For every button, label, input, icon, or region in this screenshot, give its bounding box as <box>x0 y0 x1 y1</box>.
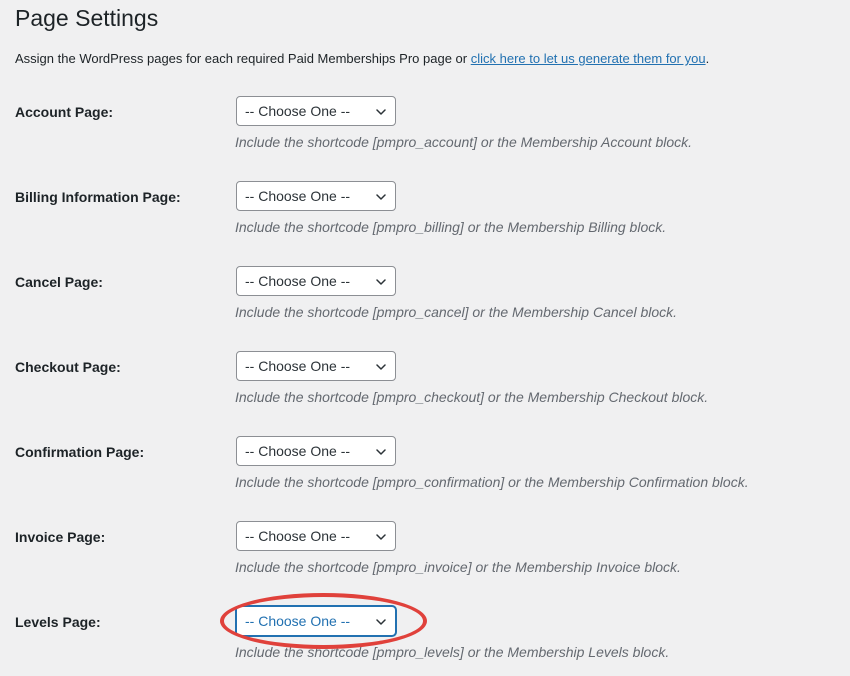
invoice-page-hint: Include the shortcode [pmpro_invoice] or… <box>235 559 681 575</box>
confirmation-page-select[interactable]: -- Choose One -- <box>236 436 396 466</box>
account-page-select-value: -- Choose One -- <box>245 103 351 119</box>
chevron-down-icon <box>376 194 386 200</box>
checkout-page-hint: Include the shortcode [pmpro_checkout] o… <box>235 389 709 405</box>
invoice-page-label: Invoice Page: <box>15 529 106 545</box>
cancel-page-select[interactable]: -- Choose One -- <box>236 266 396 296</box>
chevron-down-icon <box>376 279 386 285</box>
setting-row-invoice: Invoice Page: -- Choose One -- Include t… <box>0 521 850 591</box>
billing-page-select-value: -- Choose One -- <box>245 188 351 204</box>
setting-row-cancel: Cancel Page: -- Choose One -- Include th… <box>0 266 850 336</box>
setting-row-levels: Levels Page: -- Choose One -- Include th… <box>0 606 850 676</box>
chevron-down-icon <box>376 534 386 540</box>
billing-page-select[interactable]: -- Choose One -- <box>236 181 396 211</box>
setting-row-checkout: Checkout Page: -- Choose One -- Include … <box>0 351 850 421</box>
confirmation-page-hint: Include the shortcode [pmpro_confirmatio… <box>235 474 749 490</box>
cancel-page-hint: Include the shortcode [pmpro_cancel] or … <box>235 304 678 320</box>
account-page-select[interactable]: -- Choose One -- <box>236 96 396 126</box>
checkout-page-label: Checkout Page: <box>15 359 121 375</box>
chevron-down-icon <box>376 619 386 625</box>
intro-text: Assign the WordPress pages for each requ… <box>15 50 709 68</box>
cancel-page-select-value: -- Choose One -- <box>245 273 351 289</box>
invoice-page-select[interactable]: -- Choose One -- <box>236 521 396 551</box>
chevron-down-icon <box>376 449 386 455</box>
confirmation-page-select-value: -- Choose One -- <box>245 443 351 459</box>
page-title: Page Settings <box>15 5 159 31</box>
levels-page-hint: Include the shortcode [pmpro_levels] or … <box>235 644 670 660</box>
invoice-page-select-value: -- Choose One -- <box>245 528 351 544</box>
account-page-label: Account Page: <box>15 104 114 120</box>
checkout-page-select-value: -- Choose One -- <box>245 358 351 374</box>
levels-page-select-value: -- Choose One -- <box>245 613 351 629</box>
checkout-page-select[interactable]: -- Choose One -- <box>236 351 396 381</box>
chevron-down-icon <box>376 364 386 370</box>
cancel-page-label: Cancel Page: <box>15 274 103 290</box>
intro-text-suffix: . <box>705 51 710 66</box>
intro-text-prefix: Assign the WordPress pages for each requ… <box>15 51 471 66</box>
levels-page-select[interactable]: -- Choose One -- <box>236 606 396 636</box>
setting-row-confirmation: Confirmation Page: -- Choose One -- Incl… <box>0 436 850 506</box>
setting-row-billing: Billing Information Page: -- Choose One … <box>0 181 850 251</box>
chevron-down-icon <box>376 109 386 115</box>
setting-row-account: Account Page: -- Choose One -- Include t… <box>0 96 850 166</box>
billing-page-hint: Include the shortcode [pmpro_billing] or… <box>235 219 667 235</box>
levels-page-label: Levels Page: <box>15 614 101 630</box>
billing-page-label: Billing Information Page: <box>15 189 181 205</box>
confirmation-page-label: Confirmation Page: <box>15 444 145 460</box>
account-page-hint: Include the shortcode [pmpro_account] or… <box>235 134 693 150</box>
generate-pages-link[interactable]: click here to let us generate them for y… <box>471 51 706 66</box>
